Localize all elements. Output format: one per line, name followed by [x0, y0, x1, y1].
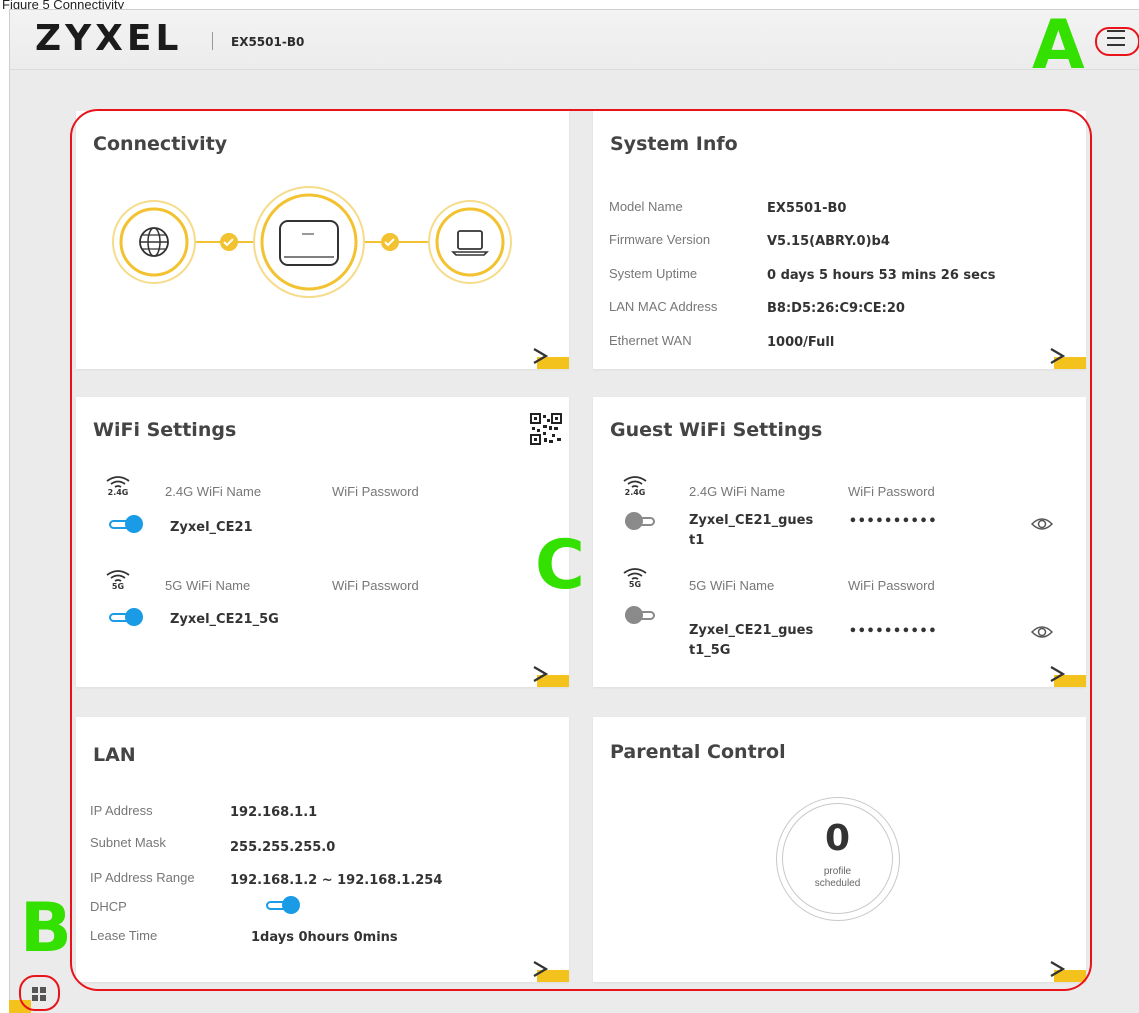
model-name-value: EX5501-B0 — [767, 201, 847, 216]
firmware-version-value: V5.15(ABRY.0)b4 — [767, 234, 890, 249]
model-name-label: Model Name — [609, 199, 683, 214]
apps-grid-icon[interactable] — [32, 987, 46, 1001]
profile-caption-2: scheduled — [814, 878, 861, 889]
ip-address-value: 192.168.1.1 — [230, 805, 318, 820]
guest-24-ssid-line2: t1 — [689, 533, 705, 548]
card-title: LAN — [93, 744, 136, 766]
system-uptime-value: 0 days 5 hours 53 mins 26 secs — [767, 268, 996, 283]
app-window: ZYXEL EX5501-B0 Connectivity System Info… — [9, 9, 1139, 1013]
guest-5-ssid-line1: Zyxel_CE21_gues — [689, 623, 814, 638]
chevron-right-icon — [533, 961, 549, 977]
zyxel-logo: ZYXEL — [35, 18, 183, 59]
dhcp-label: DHCP — [90, 899, 127, 914]
ip-range-value: 192.168.1.2 ~ 192.168.1.254 — [230, 873, 443, 888]
guest-24-toggle[interactable] — [625, 512, 659, 530]
profile-count-circle: 0 profile scheduled — [776, 797, 900, 921]
wifi-settings-card: WiFi Settings 2.4G 2.4G WiFi Name WiFi P… — [76, 397, 569, 687]
wifi-24-ssid: Zyxel_CE21 — [170, 520, 253, 535]
system-uptime-label: System Uptime — [609, 266, 698, 281]
guest-24-password-label: WiFi Password — [848, 484, 935, 499]
wifi-5-password-label: WiFi Password — [332, 578, 419, 593]
guest-wifi-card: Guest WiFi Settings 2.4G 2.4G WiFi Name … — [593, 397, 1086, 687]
guest-24-ssid-line1: Zyxel_CE21_gues — [689, 513, 814, 528]
parental-control-card: Parental Control 0 profile scheduled — [593, 717, 1086, 982]
wifi-24-toggle[interactable] — [109, 515, 143, 533]
apps-accent — [9, 1000, 31, 1013]
band-label: 5G — [628, 580, 642, 589]
top-header: ZYXEL EX5501-B0 — [10, 10, 1139, 70]
card-title: Parental Control — [610, 741, 786, 763]
annotation-a: A — [1032, 6, 1085, 85]
router-icon — [253, 186, 365, 298]
guest-24-password: •••••••••• — [849, 514, 938, 529]
lan-card: LAN IP Address 192.168.1.1 Subnet Mask 2… — [76, 717, 569, 982]
chevron-right-icon — [533, 666, 549, 682]
chevron-right-icon — [1050, 961, 1066, 977]
band-label: 5G — [111, 582, 125, 591]
laptop-icon — [428, 200, 512, 284]
guest-5-ssid: Zyxel_CE21_gues t1_5G — [689, 621, 813, 661]
firmware-version-label: Firmware Version — [609, 232, 711, 247]
card-title: System Info — [610, 133, 738, 155]
eye-icon[interactable] — [1031, 625, 1053, 639]
profile-caption-1: profile — [823, 866, 852, 877]
guest-5-ssid-line2: t1_5G — [689, 643, 731, 658]
band-label: 2.4G — [107, 488, 129, 497]
wifi-icon: 2.4G — [104, 475, 132, 499]
globe-icon — [112, 200, 196, 284]
card-title: Guest WiFi Settings — [610, 419, 823, 441]
qr-code-icon[interactable] — [530, 413, 562, 445]
logo-divider — [212, 32, 213, 50]
eye-icon[interactable] — [1031, 517, 1053, 531]
parental-more-button[interactable] — [1049, 956, 1086, 982]
guest-24-name-label: 2.4G WiFi Name — [689, 484, 786, 499]
wifi-icon: 5G — [621, 567, 649, 591]
subnet-mask-value: 255.255.255.0 — [230, 840, 336, 855]
guest-5-password: •••••••••• — [849, 624, 938, 639]
ethernet-wan-label: Ethernet WAN — [609, 333, 692, 348]
profile-count: 0 — [824, 818, 851, 859]
connectivity-more-button[interactable] — [532, 343, 569, 369]
guest-24-ssid: Zyxel_CE21_gues t1 — [689, 511, 813, 551]
wifi-24-name-label: 2.4G WiFi Name — [165, 484, 262, 499]
ethernet-wan-value: 1000/Full — [767, 335, 835, 350]
chevron-right-icon — [1050, 666, 1066, 682]
wifi-24-password-label: WiFi Password — [332, 484, 419, 499]
wifi-5-name-label: 5G WiFi Name — [165, 578, 251, 593]
wifi-icon: 2.4G — [621, 475, 649, 499]
system-info-more-button[interactable] — [1049, 343, 1086, 369]
ip-address-label: IP Address — [90, 803, 153, 818]
menu-icon[interactable] — [1107, 30, 1125, 46]
chevron-right-icon — [533, 348, 549, 364]
lan-mac-label: LAN MAC Address — [609, 299, 718, 314]
lan-more-button[interactable] — [532, 956, 569, 982]
lease-time-value: 1days 0hours 0mins — [251, 930, 398, 945]
connectivity-diagram — [112, 186, 512, 298]
system-info-card: System Info Model Name EX5501-B0 Firmwar… — [593, 111, 1086, 369]
lease-time-label: Lease Time — [90, 928, 158, 943]
guest-5-toggle[interactable] — [625, 606, 659, 624]
annotation-c: C — [535, 526, 585, 605]
guest-5-password-label: WiFi Password — [848, 578, 935, 593]
guest-wifi-more-button[interactable] — [1049, 661, 1086, 687]
connectivity-card: Connectivity — [76, 111, 569, 369]
wifi-settings-more-button[interactable] — [532, 661, 569, 687]
lan-mac-value: B8:D5:26:C9:CE:20 — [767, 301, 905, 316]
annotation-b: B — [20, 889, 72, 968]
subnet-mask-label: Subnet Mask — [90, 835, 166, 850]
model-name: EX5501-B0 — [231, 35, 305, 49]
band-label: 2.4G — [624, 488, 646, 497]
chevron-right-icon — [1050, 348, 1066, 364]
card-title: WiFi Settings — [93, 419, 237, 441]
wifi-icon: 5G — [104, 569, 132, 593]
wifi-5-ssid: Zyxel_CE21_5G — [170, 612, 279, 627]
wifi-5-toggle[interactable] — [109, 608, 143, 626]
ip-range-label: IP Address Range — [90, 870, 195, 885]
guest-5-name-label: 5G WiFi Name — [689, 578, 775, 593]
check-icon — [381, 233, 399, 251]
check-icon — [220, 233, 238, 251]
dhcp-toggle[interactable] — [266, 896, 300, 914]
